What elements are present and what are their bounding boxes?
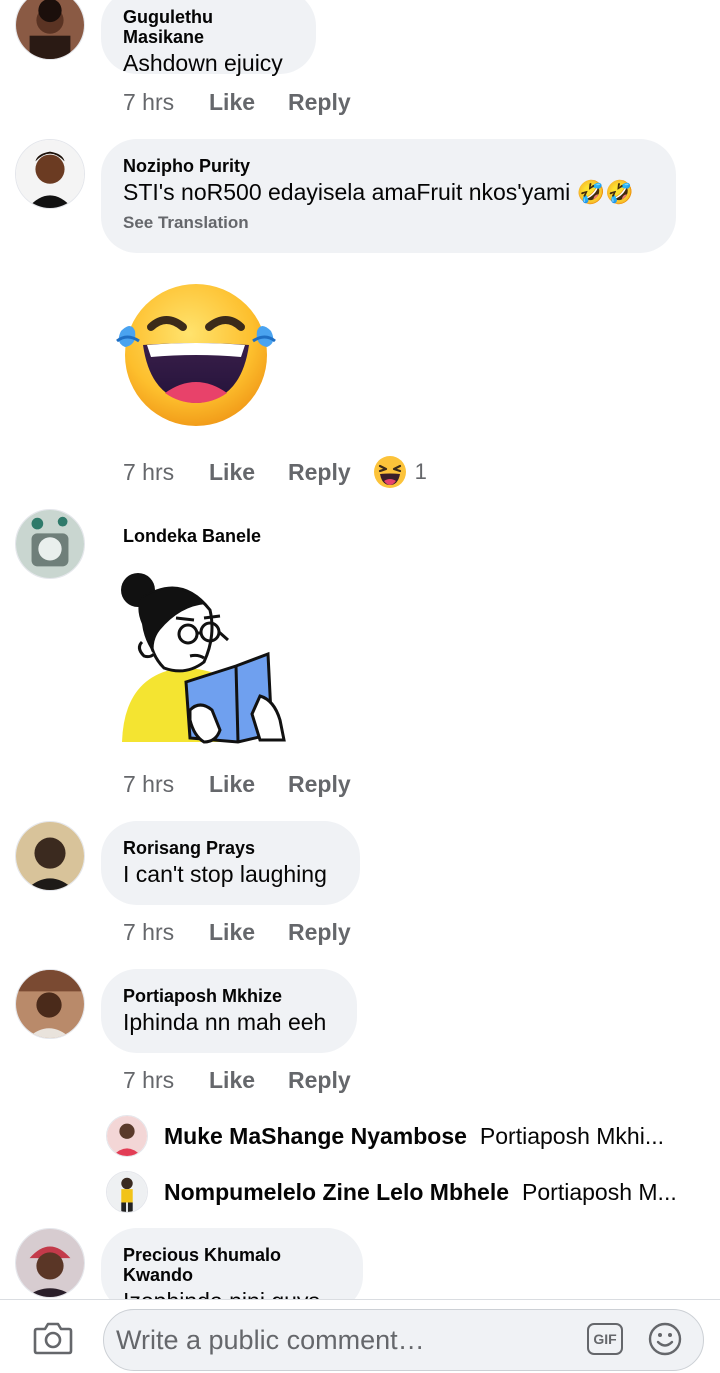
comment-actions: 7 hrs Like Reply bbox=[123, 1065, 351, 1095]
comment-author[interactable]: Portiaposh Mkhize bbox=[123, 986, 335, 1006]
comment-time: 7 hrs bbox=[123, 770, 175, 797]
laughing-reaction-icon bbox=[373, 456, 406, 488]
comment-time: 7 hrs bbox=[123, 1066, 175, 1093]
reading-sticker[interactable] bbox=[120, 570, 290, 745]
reply-text: Portiaposh Mkhi... bbox=[479, 1122, 665, 1149]
avatar[interactable] bbox=[15, 969, 85, 1039]
laughing-sticker[interactable] bbox=[113, 283, 279, 428]
reply-button[interactable]: Reply bbox=[288, 919, 351, 946]
comment-text: I can't stop laughing bbox=[123, 861, 327, 887]
like-button[interactable]: Like bbox=[209, 771, 288, 798]
comment-composer: GIF bbox=[0, 1299, 720, 1373]
comment-bubble: Portiaposh Mkhize Iphinda nn mah eeh bbox=[101, 969, 357, 1053]
reply-button[interactable]: Reply bbox=[288, 1067, 351, 1094]
comment-author[interactable]: Gugulethu Masikane bbox=[123, 7, 294, 47]
comment-time: 7 hrs bbox=[123, 458, 175, 485]
avatar[interactable] bbox=[106, 1171, 148, 1213]
comment-actions: 7 hrs Like Reply bbox=[123, 87, 351, 117]
like-button[interactable]: Like bbox=[209, 89, 288, 116]
reply-preview[interactable]: Muke MaShange Nyambose Portiaposh Mkhi..… bbox=[106, 1114, 664, 1158]
avatar[interactable] bbox=[15, 139, 85, 209]
reply-button[interactable]: Reply bbox=[288, 459, 351, 486]
reaction-summary[interactable]: 1 bbox=[373, 455, 427, 489]
avatar[interactable] bbox=[15, 1228, 85, 1298]
avatar[interactable] bbox=[15, 509, 85, 579]
avatar[interactable] bbox=[15, 821, 85, 891]
comment-time: 7 hrs bbox=[123, 88, 175, 115]
comment-input-box: GIF bbox=[103, 1309, 704, 1371]
see-translation-link[interactable]: See Translation bbox=[123, 213, 654, 233]
reply-button[interactable]: Reply bbox=[288, 89, 351, 116]
reply-author[interactable]: Nompumelelo Zine Lelo Mbhele bbox=[164, 1179, 509, 1206]
comment-author[interactable]: Londeka Banele bbox=[123, 526, 261, 547]
comment-text: STI's noR500 edayisela amaFruit nkos'yam… bbox=[123, 179, 634, 205]
reply-text: Portiaposh M... bbox=[522, 1178, 677, 1205]
avatar[interactable] bbox=[106, 1115, 148, 1157]
camera-icon[interactable] bbox=[33, 1321, 73, 1355]
comment-time: 7 hrs bbox=[123, 918, 175, 945]
gif-label: GIF bbox=[593, 1331, 617, 1347]
comment-actions: 7 hrs Like Reply bbox=[123, 769, 351, 799]
comment-bubble: Gugulethu Masikane Ashdown ejuicy bbox=[101, 0, 316, 76]
comment-bubble: Rorisang Prays I can't stop laughing bbox=[101, 821, 360, 905]
like-button[interactable]: Like bbox=[209, 919, 288, 946]
comment-author[interactable]: Rorisang Prays bbox=[123, 838, 338, 858]
like-button[interactable]: Like bbox=[209, 459, 288, 486]
gif-button[interactable]: GIF bbox=[587, 1323, 623, 1355]
avatar[interactable] bbox=[15, 0, 85, 60]
comment-actions: 7 hrs Like Reply bbox=[123, 917, 351, 947]
comment-bubble: Nozipho Purity STI's noR500 edayisela am… bbox=[101, 139, 676, 253]
comment-input[interactable] bbox=[116, 1310, 576, 1370]
like-button[interactable]: Like bbox=[209, 1067, 288, 1094]
reply-preview[interactable]: Nompumelelo Zine Lelo Mbhele Portiaposh … bbox=[106, 1170, 677, 1214]
comment-text: Iphinda nn mah eeh bbox=[123, 1009, 327, 1035]
reaction-count: 1 bbox=[414, 459, 427, 484]
emoji-icon[interactable] bbox=[648, 1322, 682, 1356]
comment-author[interactable]: Precious Khumalo Kwando bbox=[123, 1245, 341, 1285]
comment-actions: 7 hrs Like Reply 1 bbox=[123, 455, 427, 489]
comment-author[interactable]: Nozipho Purity bbox=[123, 156, 654, 176]
comment-text: Ashdown ejuicy bbox=[123, 50, 283, 76]
reply-button[interactable]: Reply bbox=[288, 771, 351, 798]
reply-author[interactable]: Muke MaShange Nyambose bbox=[164, 1123, 467, 1150]
